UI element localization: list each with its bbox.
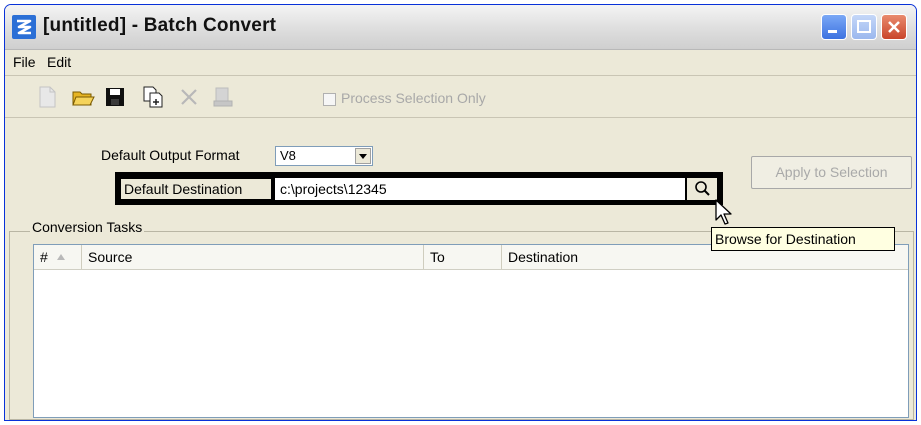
menu-bar: File Edit [5,49,916,76]
toolbar: Process Selection Only [5,77,916,118]
menu-file[interactable]: File [13,54,36,70]
delete-icon[interactable] [177,85,201,109]
title-bar[interactable]: [untitled] - Batch Convert [5,5,916,50]
minimize-button[interactable] [821,14,847,40]
mouse-cursor-icon [715,199,732,225]
conversion-tasks-list[interactable]: # Source To Destination [33,244,909,418]
process-selection-checkbox[interactable] [323,93,336,106]
copy-add-icon[interactable] [141,85,165,109]
new-file-icon[interactable] [35,85,59,109]
apply-to-selection-button[interactable]: Apply to Selection [751,156,912,189]
minimize-icon [828,30,837,33]
menu-edit[interactable]: Edit [47,54,71,70]
column-header-number[interactable]: # [34,245,82,269]
batch-convert-window: [untitled] - Batch Convert File Edit Pro… [4,4,917,421]
chevron-down-icon [359,154,367,159]
window-title: [untitled] - Batch Convert [43,15,277,36]
process-selection-label: Process Selection Only [341,90,486,106]
browse-tooltip: Browse for Destination [711,227,895,251]
magnifier-icon [695,181,710,196]
save-icon[interactable] [103,85,127,109]
app-logo-icon [12,15,36,39]
destination-label: Default Destination [121,179,271,199]
maximize-button[interactable] [851,14,877,40]
destination-input[interactable]: c:\projects\12345 [275,178,685,200]
browse-destination-button[interactable] [687,178,717,200]
output-format-value: V8 [280,148,296,163]
output-format-dropdown-button[interactable] [355,148,371,164]
output-format-select[interactable]: V8 [275,146,373,166]
close-button[interactable] [881,14,907,40]
column-header-source[interactable]: Source [82,245,424,269]
open-folder-icon[interactable] [71,85,95,109]
maximize-icon [857,20,871,33]
sort-ascending-icon [57,254,65,260]
conversion-tasks-label: Conversion Tasks [30,219,145,235]
output-format-label: Default Output Format [101,147,240,163]
process-icon[interactable] [211,85,235,109]
close-icon [888,21,900,33]
column-header-to[interactable]: To [424,245,502,269]
